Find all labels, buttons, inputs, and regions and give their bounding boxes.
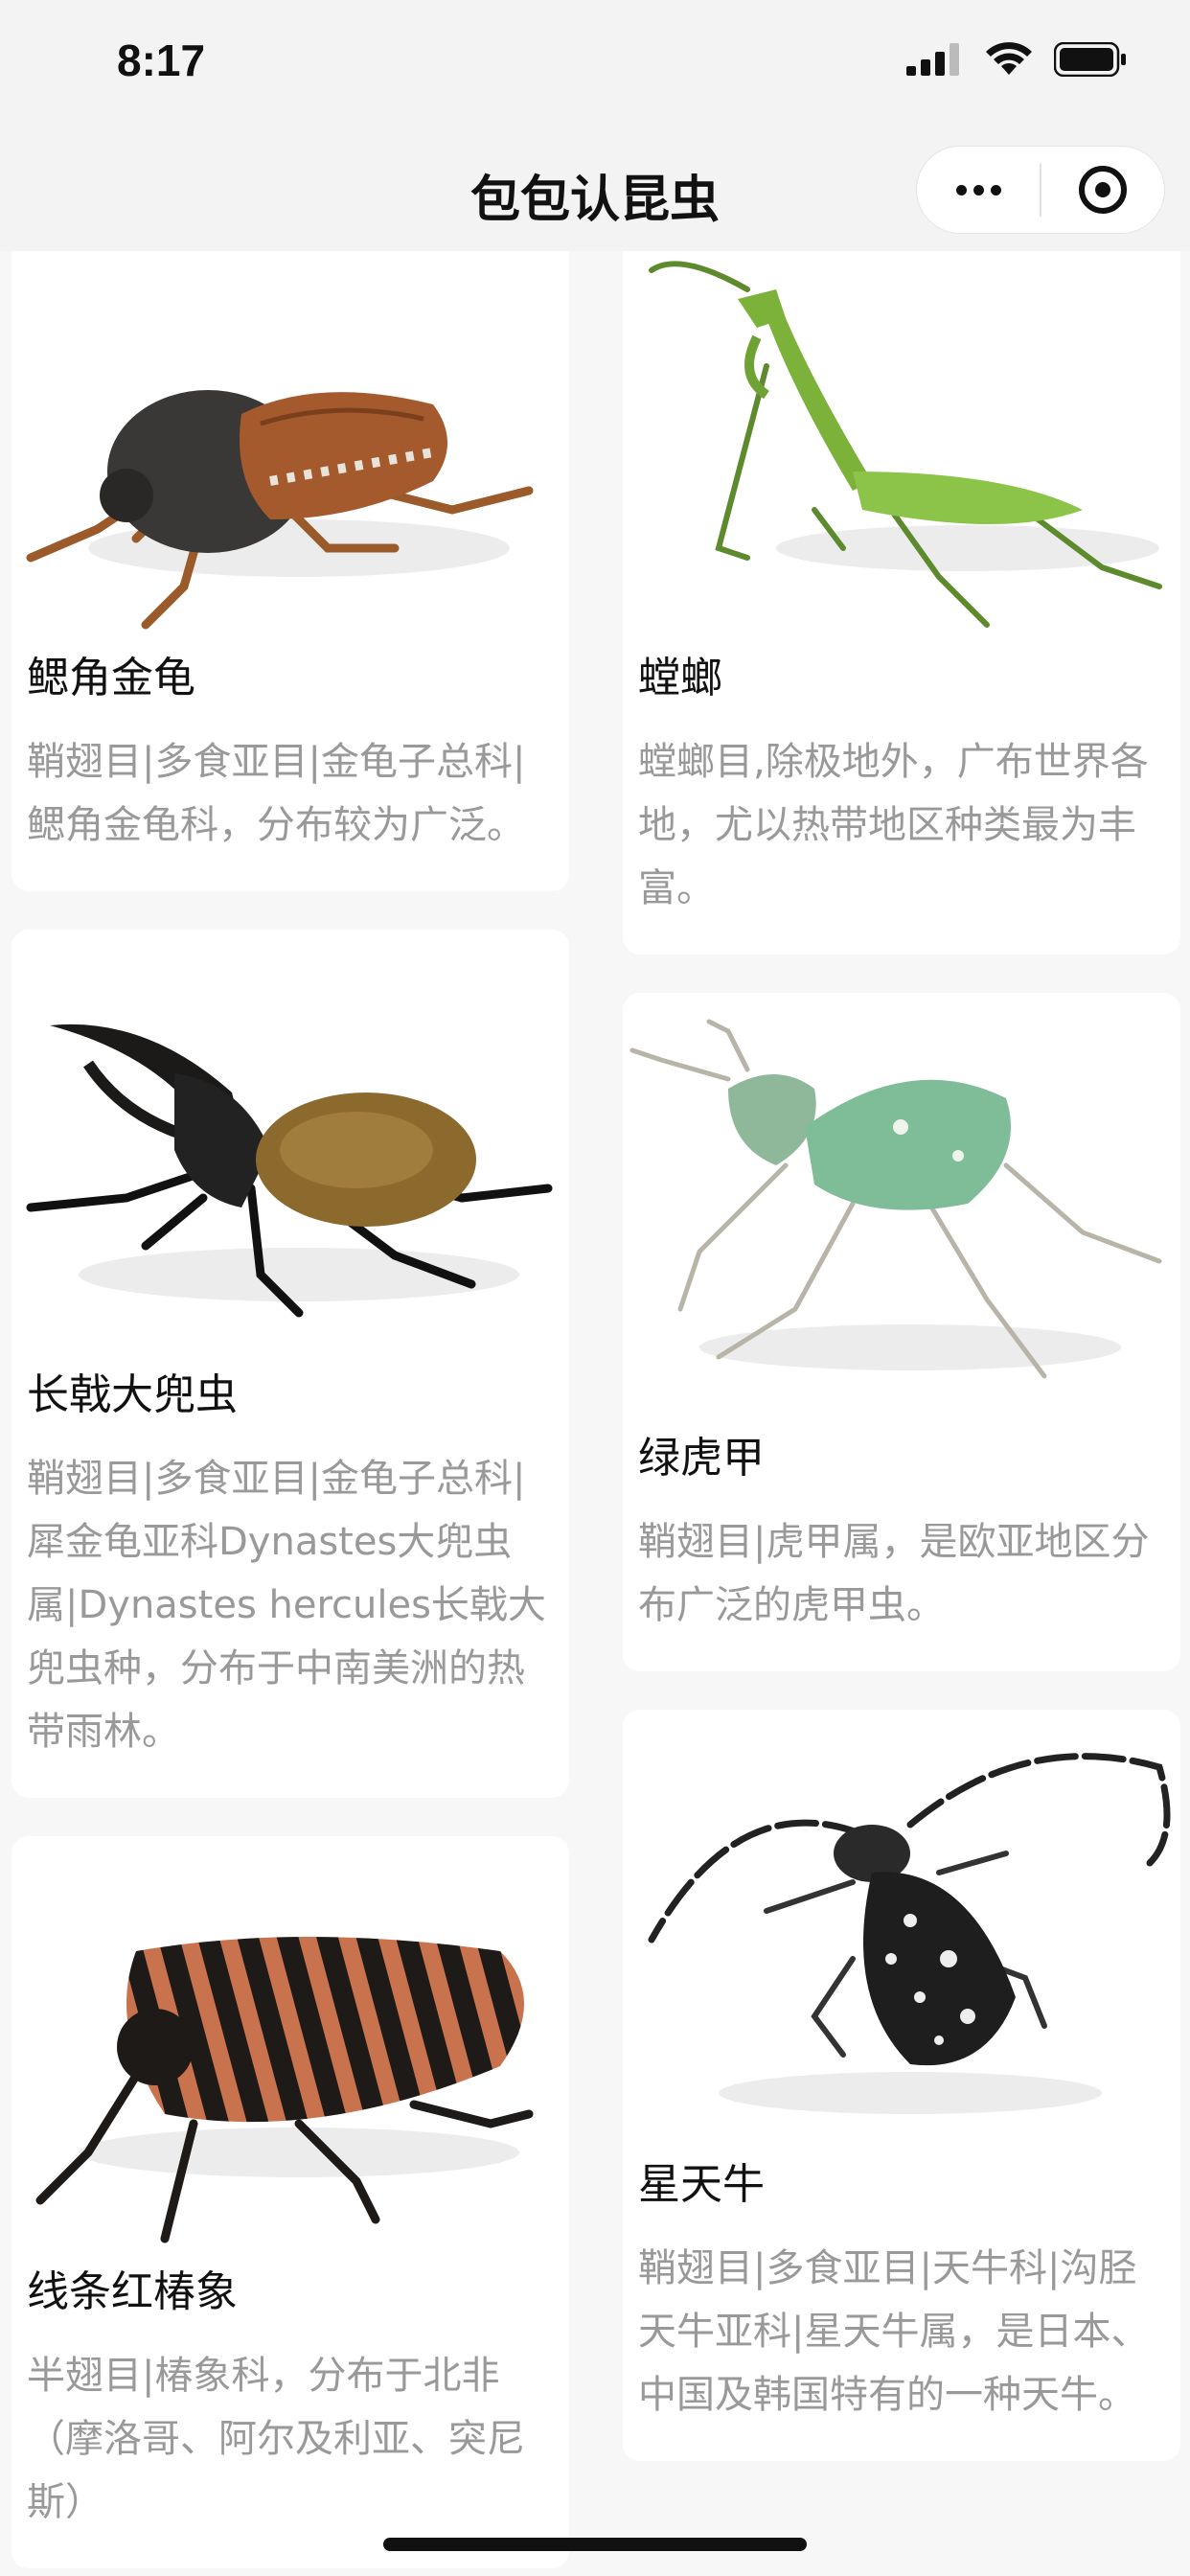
more-dots-icon — [955, 184, 1001, 196]
insect-description: 螳螂目,除极地外，广布世界各地，尤以热带地区种类最为丰富。 — [638, 740, 1149, 910]
insect-name: 长戟大兜虫 — [27, 1370, 238, 1419]
insect-description: 鞘翅目|虎甲属，是欧亚地区分布广泛的虎甲虫。 — [638, 1520, 1150, 1627]
nav-bar: 包包认昆虫 — [0, 134, 1190, 251]
insect-name: 绿虎甲 — [638, 1434, 765, 1483]
insect-description: 鞘翅目|多食亚目|金龟子总科|鳃角金龟科，分布较为广泛。 — [27, 740, 526, 847]
insect-image-green-tiger-beetle — [623, 993, 1180, 1414]
insect-card-hercules-beetle[interactable]: 长戟大兜虫 鞘翅目|多食亚目|金龟子总科|犀金龟亚科Dynastes大兜虫属|D… — [11, 930, 569, 1798]
insect-card-green-tiger-beetle[interactable]: 绿虎甲 鞘翅目|虎甲属，是欧亚地区分布广泛的虎甲虫。 — [623, 993, 1180, 1671]
insect-image-mantis — [623, 251, 1180, 634]
insect-image-hercules-beetle — [11, 930, 569, 1351]
insect-card-starry-longhorn[interactable]: 星天牛 鞘翅目|多食亚目|天牛科|沟胫天牛亚科|星天牛属，是日本、中国及韩国特有… — [623, 1710, 1180, 2461]
insect-name: 线条红椿象 — [27, 2267, 238, 2316]
signal-icon — [906, 43, 959, 76]
insect-grid: 鳃角金龟 鞘翅目|多食亚目|金龟子总科|鳃角金龟科，分布较为广泛。 长戟大兜虫 … — [0, 251, 1190, 2576]
grid-column-right: 螳螂 螳螂目,除极地外，广布世界各地，尤以热带地区种类最为丰富。 绿虎甲 鞘翅目… — [623, 251, 1180, 2499]
wifi-icon — [986, 42, 1032, 75]
status-time: 8:17 — [117, 35, 206, 85]
insect-name: 星天牛 — [638, 2160, 765, 2209]
battery-icon — [1054, 42, 1126, 77]
close-button[interactable] — [1041, 147, 1164, 233]
insect-image-striped-shield-bug — [11, 1836, 569, 2248]
insect-name: 鳃角金龟 — [27, 654, 195, 702]
insect-name: 螳螂 — [638, 654, 722, 702]
more-button[interactable] — [917, 147, 1040, 233]
insect-description: 鞘翅目|多食亚目|金龟子总科|犀金龟亚科Dynastes大兜虫属|Dynaste… — [27, 1457, 546, 1754]
home-indicator[interactable] — [383, 2538, 807, 2551]
insect-card-mantis[interactable]: 螳螂 螳螂目,除极地外，广布世界各地，尤以热带地区种类最为丰富。 — [623, 251, 1180, 954]
target-circle-icon — [1079, 166, 1127, 214]
insect-card-striped-shield-bug[interactable]: 线条红椿象 半翅目|椿象科，分布于北非（摩洛哥、阿尔及利亚、突尼斯） — [11, 1836, 569, 2568]
insect-description: 鞘翅目|多食亚目|天牛科|沟胫天牛亚科|星天牛属，是日本、中国及韩国特有的一种天… — [638, 2246, 1150, 2417]
status-bar: 8:17 — [0, 0, 1190, 134]
mini-program-capsule — [916, 146, 1165, 234]
insect-image-starry-longhorn — [623, 1710, 1180, 2141]
insect-description: 半翅目|椿象科，分布于北非（摩洛哥、阿尔及利亚、突尼斯） — [27, 2354, 525, 2524]
grid-column-left: 鳃角金龟 鞘翅目|多食亚目|金龟子总科|鳃角金龟科，分布较为广泛。 长戟大兜虫 … — [11, 251, 569, 2576]
insect-card-cockchafer[interactable]: 鳃角金龟 鞘翅目|多食亚目|金龟子总科|鳃角金龟科，分布较为广泛。 — [11, 251, 569, 891]
insect-image-cockchafer — [11, 251, 569, 634]
status-icons — [906, 42, 1127, 77]
